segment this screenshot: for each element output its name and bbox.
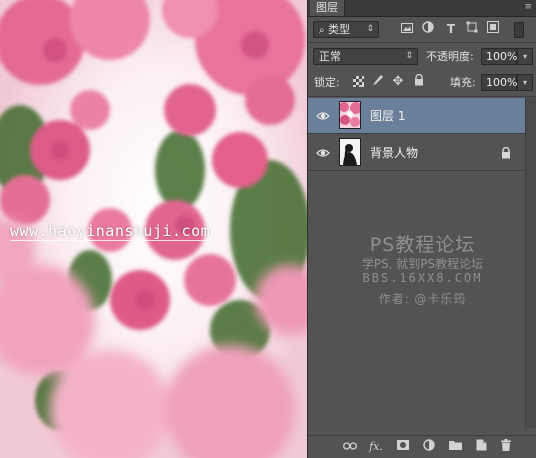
new-group-icon[interactable] bbox=[447, 439, 463, 455]
layer-name[interactable]: 图层 1 bbox=[370, 98, 405, 134]
lock-position-icon[interactable]: ✥ bbox=[390, 74, 406, 90]
tab-layers[interactable]: 图层 bbox=[310, 0, 345, 16]
panel-tabbar: 图层 ≡ bbox=[308, 0, 536, 17]
opacity-input[interactable]: 100% bbox=[481, 48, 517, 65]
lock-transparent-icon[interactable] bbox=[350, 75, 366, 91]
watermark-author: 作者: @卡乐筠 bbox=[378, 292, 467, 306]
search-icon: ⌕ bbox=[319, 25, 325, 36]
kind-filter-dropdown[interactable]: ⌕ 类型 ⇕ bbox=[313, 21, 379, 38]
smart-object-filter-icon[interactable] bbox=[485, 21, 501, 37]
add-mask-icon[interactable] bbox=[395, 439, 411, 455]
layers-panel: 图层 ≡ ⌕ 类型 ⇕ T 正常 ⇕ 不透明度: 100% ▾ 锁定: ✥ 填充… bbox=[307, 0, 536, 458]
delete-layer-icon[interactable] bbox=[498, 439, 514, 455]
adjustment-filter-icon[interactable] bbox=[420, 21, 436, 37]
blend-row: 正常 ⇕ 不透明度: 100% ▾ bbox=[308, 45, 536, 69]
watermark-title: PS教程论坛 bbox=[369, 234, 476, 256]
lock-pixels-icon[interactable] bbox=[370, 74, 386, 90]
shape-filter-icon[interactable] bbox=[464, 21, 480, 37]
layer-name[interactable]: 背景人物 bbox=[370, 135, 418, 171]
opacity-label: 不透明度: bbox=[426, 50, 474, 63]
new-layer-icon[interactable] bbox=[473, 439, 489, 455]
lock-icon bbox=[501, 146, 513, 159]
watermark-slogan: 学PS, 就到PS教程论坛 bbox=[361, 257, 484, 271]
filter-toggle[interactable] bbox=[514, 22, 524, 38]
blend-mode-value: 正常 bbox=[319, 50, 341, 63]
eye-icon[interactable] bbox=[316, 110, 330, 122]
opacity-dropdown-button[interactable]: ▾ bbox=[517, 48, 533, 65]
filter-row: ⌕ 类型 ⇕ T bbox=[308, 18, 536, 42]
layer-row-layer-1[interactable]: 图层 1 bbox=[308, 98, 527, 134]
canvas-watermark: www.haoyinanshuji.com bbox=[10, 222, 211, 241]
new-adjustment-icon[interactable] bbox=[421, 439, 437, 455]
chevron-updown-icon: ⇕ bbox=[405, 51, 413, 61]
blend-mode-dropdown[interactable]: 正常 ⇕ bbox=[313, 48, 418, 65]
lock-row: 锁定: ✥ 填充: 100% ▾ bbox=[308, 71, 536, 95]
image-filter-icon[interactable] bbox=[399, 21, 415, 37]
document-canvas[interactable]: www.haoyinanshuji.com bbox=[0, 0, 307, 458]
lock-all-icon[interactable] bbox=[411, 73, 427, 90]
kind-filter-label: 类型 bbox=[328, 23, 351, 36]
watermark-url: BBS.16XX8.COM bbox=[362, 271, 483, 285]
fx-icon[interactable]: fx. bbox=[368, 439, 384, 455]
link-layers-icon[interactable] bbox=[342, 439, 358, 455]
lock-label: 锁定: bbox=[314, 76, 340, 89]
fill-label: 填充: bbox=[450, 76, 476, 89]
fill-dropdown-button[interactable]: ▾ bbox=[517, 74, 533, 91]
layers-footer: fx. bbox=[308, 435, 536, 458]
type-filter-icon[interactable]: T bbox=[443, 21, 459, 37]
fill-input[interactable]: 100% bbox=[481, 74, 517, 91]
layer-thumbnail bbox=[339, 138, 361, 166]
panel-menu-icon[interactable]: ≡ bbox=[524, 1, 532, 13]
separator bbox=[308, 96, 536, 97]
eye-icon[interactable] bbox=[316, 147, 330, 159]
layer-thumbnail bbox=[339, 101, 361, 129]
separator bbox=[308, 42, 536, 43]
chevron-updown-icon: ⇕ bbox=[366, 24, 374, 34]
layer-row-background[interactable]: 背景人物 bbox=[308, 135, 527, 171]
